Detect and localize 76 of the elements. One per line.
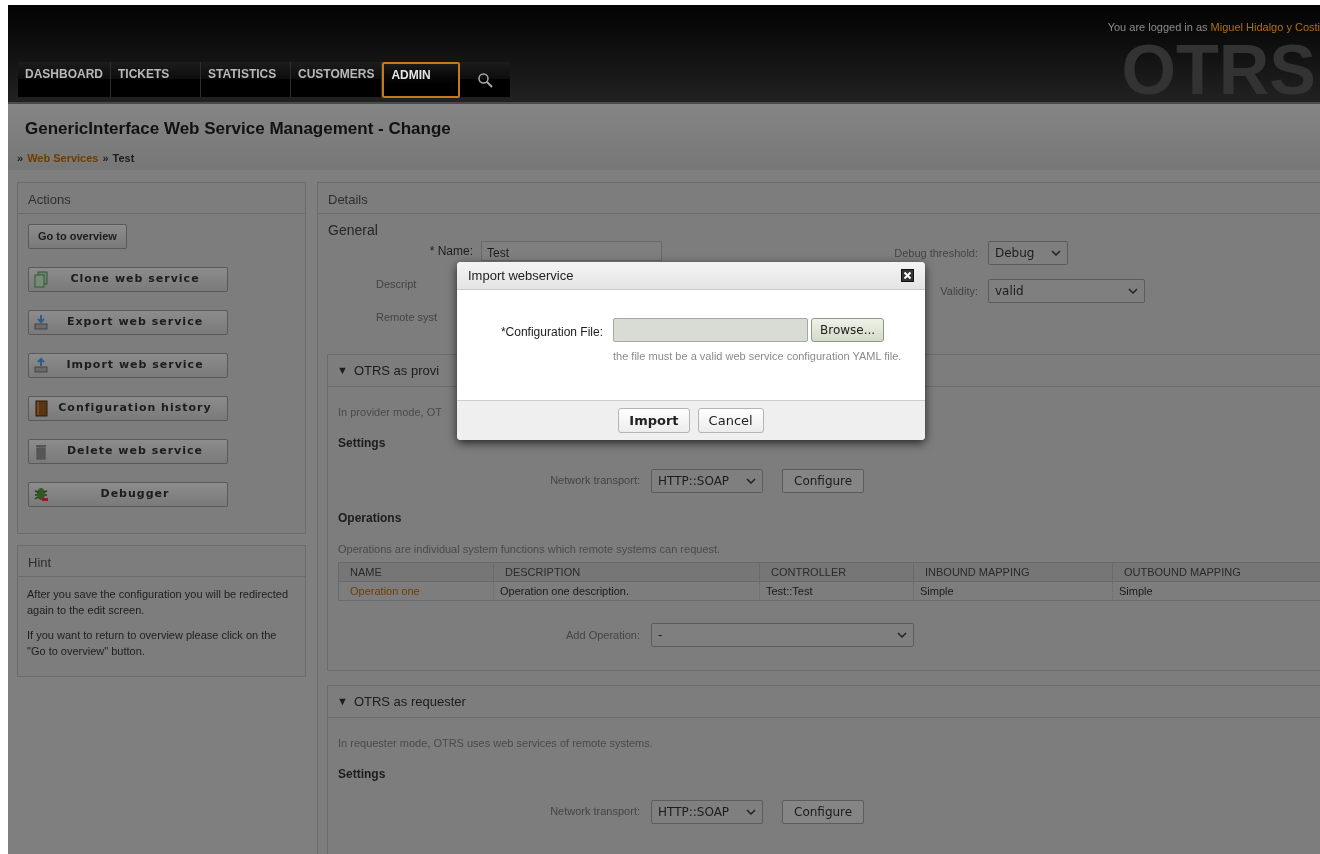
page-title: GenericInterface Web Service Management - Change (24, 118, 452, 140)
configure-button[interactable]: Configure (782, 799, 865, 824)
action-button[interactable]: Debugger (28, 482, 228, 507)
dropdown[interactable]: - (651, 623, 914, 647)
dialog-title: Import webservice (468, 266, 574, 285)
nav-tab[interactable]: ADMIN (382, 62, 461, 98)
configure-button[interactable]: Configure (782, 468, 865, 493)
chevron-icon (746, 808, 756, 815)
hint-text: If you want to return to overview please click on the "Go to overview" button. (27, 628, 278, 659)
bug-icon (33, 486, 49, 503)
column-header: INBOUND MAPPING (913, 562, 1113, 582)
panel-title: Details (318, 183, 1320, 214)
collapse-toggle[interactable]: ▼ (337, 693, 348, 710)
field-label: Network transport: (549, 473, 640, 489)
breadcrumb-separator: » (102, 150, 109, 166)
section-title: General (327, 221, 379, 240)
dialog-button[interactable]: Cancel (697, 408, 764, 433)
file-input-field[interactable] (613, 318, 808, 342)
field-label: Add Operation: (565, 627, 640, 643)
panel-title: Hint (18, 546, 305, 577)
upload-icon (33, 357, 49, 374)
chevron-icon (897, 632, 907, 638)
breadcrumb-current: Test (112, 150, 135, 166)
name-input[interactable]: Test (481, 241, 662, 261)
table-cell: Test::Test (759, 581, 914, 601)
action-button[interactable]: Import web service (28, 353, 228, 378)
field-label: *Configuration File: (499, 324, 603, 341)
dropdown[interactable]: HTTP::SOAP (651, 799, 763, 824)
nav-tab[interactable]: STATISTICS (201, 62, 291, 97)
subsection-title: Operations (338, 509, 403, 527)
download-icon (33, 314, 49, 331)
login-text: You are logged in as (1107, 20, 1208, 35)
subsection-title: Settings (338, 765, 387, 783)
close-icon[interactable] (901, 269, 914, 282)
user-link[interactable]: Miguel Hidalgo y Costi (1210, 19, 1320, 36)
subsection-title: Settings (338, 434, 387, 452)
column-header: NAME (338, 562, 494, 582)
help-text: the file must be a valid web service configuration YAML file. (613, 349, 903, 364)
column-header: OUTBOUND MAPPING (1112, 562, 1320, 582)
nav-tab[interactable]: TICKETS (111, 62, 201, 97)
field-label: Descript (376, 276, 417, 292)
chevron-icon (746, 477, 756, 484)
action-button[interactable]: Delete web service (28, 439, 228, 464)
chevron-icon (1128, 288, 1138, 294)
nav-tab[interactable]: CUSTOMERS (291, 62, 383, 97)
collapse-toggle[interactable]: ▼ (337, 362, 348, 379)
field-label: Validity: (939, 283, 978, 299)
nav-tab[interactable]: DASHBOARD (18, 62, 111, 97)
action-button[interactable]: Export web service (28, 310, 228, 335)
hint-text: After you save the configuration you will be redirected again to the edit screen. (27, 587, 290, 618)
action-button[interactable]: Configuration history (28, 396, 228, 421)
dialog-button[interactable]: Import (618, 408, 690, 433)
dropdown[interactable]: HTTP::SOAP (651, 468, 763, 493)
column-header: DESCRIPTION (493, 562, 760, 582)
browse-button[interactable]: Browse... (811, 318, 885, 342)
copy-icon (33, 271, 49, 288)
field-label: * Name: (428, 243, 473, 260)
field-label: Network transport: (549, 804, 640, 820)
overview-button[interactable]: Go to overview (28, 224, 127, 249)
section-title: OTRS as requester (353, 692, 466, 711)
dropdown[interactable]: valid (988, 279, 1145, 303)
column-header: CONTROLLER (759, 562, 914, 582)
search-button[interactable] (460, 62, 511, 97)
section-title: OTRS as provi (353, 361, 440, 380)
action-button[interactable]: Clone web service (28, 267, 228, 292)
field-label: Debug threshold: (893, 245, 978, 261)
panel-title: Actions (18, 183, 305, 214)
table-cell: Simple (913, 581, 1113, 601)
trash-icon (33, 443, 49, 460)
chevron-icon (1051, 250, 1061, 256)
search-icon (477, 71, 494, 88)
dropdown[interactable]: Debug (988, 241, 1068, 265)
breadcrumb-separator: » (17, 150, 24, 166)
table-cell: Simple (1112, 581, 1320, 601)
table-cell: Operation one description. (493, 581, 760, 601)
book-icon (33, 400, 49, 417)
